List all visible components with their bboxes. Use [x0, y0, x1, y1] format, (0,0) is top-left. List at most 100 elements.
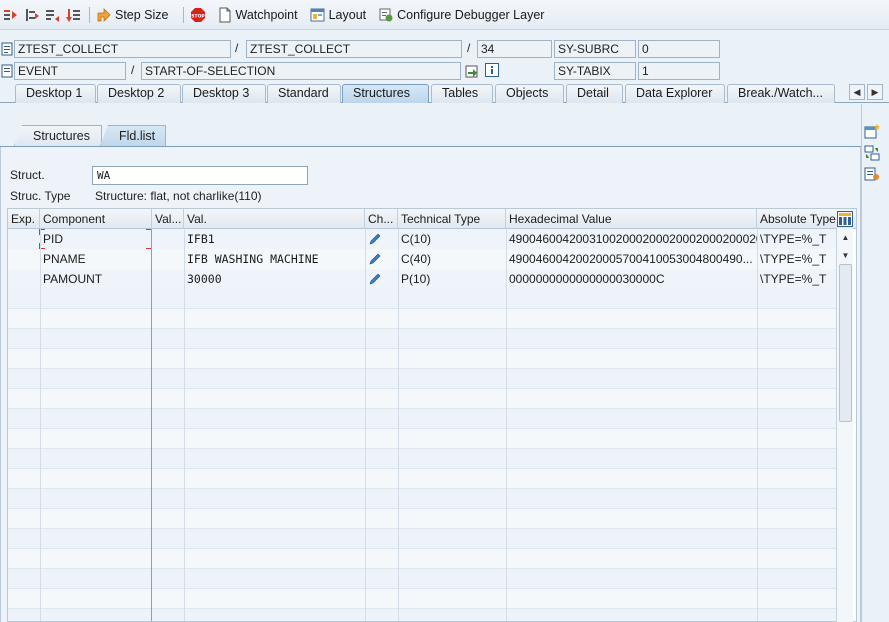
- empty-row: [8, 329, 836, 349]
- component-cell[interactable]: PNAME: [40, 249, 152, 269]
- return-step-icon[interactable]: [45, 7, 61, 23]
- empty-row: [8, 309, 836, 329]
- column-header-val-short[interactable]: Val...: [152, 209, 184, 229]
- program-field[interactable]: ZTEST_COLLECT: [14, 40, 231, 58]
- tab-desktop-3[interactable]: Desktop 3: [182, 84, 266, 103]
- toolbar-separator: [182, 6, 184, 23]
- hex-value-cell: 49004600420020005700410053004800490...: [509, 252, 753, 266]
- empty-row: [8, 509, 836, 529]
- configure-label: Configure Debugger Layer: [397, 7, 545, 22]
- column-header-change[interactable]: Ch...: [365, 209, 398, 229]
- debugger-toolbar: Step Size STOP Watchpoint Layout Configu…: [0, 0, 889, 30]
- new-tool-icon[interactable]: [864, 124, 880, 140]
- tab-desktop-1[interactable]: Desktop 1: [15, 84, 96, 103]
- component-cell[interactable]: PID: [40, 229, 152, 249]
- tab-scroll-left-button[interactable]: ◀: [849, 84, 865, 100]
- scroll-thumb[interactable]: [839, 264, 852, 422]
- scroll-up-button[interactable]: ▲: [839, 231, 852, 244]
- sy-subrc-name-field[interactable]: SY-SUBRC: [554, 40, 636, 58]
- edit-pencil-icon[interactable]: [368, 232, 382, 249]
- step-size-button[interactable]: Step Size: [96, 7, 169, 23]
- table-row[interactable]: PAMOUNT 30000 P(10) 00000000000000000300…: [8, 269, 836, 289]
- sy-tabix-value-field[interactable]: 1: [638, 62, 720, 80]
- grid-header: Exp. Component Val... Val. Ch... Technic…: [8, 209, 856, 229]
- tab-objects[interactable]: Objects: [495, 84, 564, 103]
- info-icon[interactable]: [485, 63, 499, 77]
- empty-row: [8, 389, 836, 409]
- watchpoint-button[interactable]: Watchpoint: [217, 7, 298, 23]
- column-divider: [398, 229, 399, 621]
- empty-row: [8, 469, 836, 489]
- tab-tables[interactable]: Tables: [431, 84, 493, 103]
- empty-row: [8, 569, 836, 589]
- layout-button[interactable]: Layout: [310, 7, 367, 23]
- stop-button[interactable]: STOP: [190, 7, 209, 23]
- table-row[interactable]: PNAME IFB WASHING MACHINE C(40) 49004600…: [8, 249, 836, 269]
- column-header-exp[interactable]: Exp.: [8, 209, 40, 229]
- navigate-to-source-icon[interactable]: [465, 64, 479, 78]
- event-name-field[interactable]: START-OF-SELECTION: [141, 62, 461, 80]
- column-header-val[interactable]: Val.: [184, 209, 365, 229]
- execute-step-icon[interactable]: [24, 7, 40, 23]
- tab-scroll-right-button[interactable]: ▶: [867, 84, 883, 100]
- table-row[interactable]: PID IFB1 C(10) 4900460042003100200020002…: [8, 229, 836, 249]
- column-header-hex-value[interactable]: Hexadecimal Value: [506, 209, 757, 229]
- include-field[interactable]: ZTEST_COLLECT: [246, 40, 462, 58]
- edit-pencil-icon[interactable]: [368, 272, 382, 289]
- tab-detail[interactable]: Detail: [566, 84, 623, 103]
- component-cell[interactable]: PAMOUNT: [40, 269, 152, 289]
- tab-data-explorer[interactable]: Data Explorer: [625, 84, 725, 103]
- continue-icon[interactable]: [66, 7, 82, 23]
- column-header-absolute-type[interactable]: Absolute Type: [757, 209, 837, 229]
- configure-icon: [378, 7, 394, 23]
- arrow-down-icon: ▼: [841, 251, 850, 260]
- struc-type-value: Structure: flat, not charlike(110): [95, 189, 262, 203]
- step-size-label: Step Size: [115, 7, 169, 22]
- field-list-grid: Exp. Component Val... Val. Ch... Technic…: [7, 208, 857, 622]
- column-divider: [184, 229, 185, 621]
- arrow-up-icon: ▲: [841, 233, 850, 242]
- event-icon: [1, 64, 15, 78]
- arrow-left-icon: ◀: [853, 86, 861, 97]
- grid-vertical-scrollbar[interactable]: ▲ ▼: [836, 228, 853, 622]
- toolbar-separator: [89, 6, 90, 23]
- step-size-icon: [96, 7, 112, 23]
- services-tool-icon[interactable]: [864, 166, 880, 182]
- tab-break-watch[interactable]: Break./Watch...: [727, 84, 835, 103]
- side-toolbar: [864, 124, 882, 187]
- scroll-down-button[interactable]: ▼: [839, 249, 852, 262]
- struct-name-input[interactable]: WA: [92, 166, 308, 185]
- watchpoint-label: Watchpoint: [235, 7, 298, 22]
- tab-structures[interactable]: Structures: [342, 84, 429, 103]
- technical-type-cell: C(10): [401, 232, 432, 246]
- subtab-structures[interactable]: Structures: [14, 125, 102, 146]
- value-cell[interactable]: IFB1: [184, 229, 365, 249]
- hex-value-cell: 49004600420031002000200020002000200020..…: [509, 232, 757, 246]
- empty-row: [8, 589, 836, 609]
- column-settings-icon[interactable]: [837, 211, 853, 227]
- column-divider: [365, 229, 366, 621]
- empty-row: [8, 409, 836, 429]
- empty-row: [8, 369, 836, 389]
- event-type-field[interactable]: EVENT: [14, 62, 126, 80]
- column-header-component[interactable]: Component: [40, 209, 152, 229]
- sy-tabix-name-field[interactable]: SY-TABIX: [554, 62, 636, 80]
- absolute-type-cell: \TYPE=%_T: [760, 272, 827, 286]
- layout-label: Layout: [328, 7, 367, 22]
- technical-type-cell: P(10): [401, 272, 431, 286]
- edit-pencil-icon[interactable]: [368, 252, 382, 269]
- configure-debugger-layer-button[interactable]: Configure Debugger Layer: [378, 7, 544, 23]
- sy-subrc-value-field[interactable]: 0: [638, 40, 720, 58]
- absolute-type-cell: \TYPE=%_T: [760, 232, 827, 246]
- tab-desktop-2[interactable]: Desktop 2: [97, 84, 181, 103]
- single-step-icon[interactable]: [3, 7, 19, 23]
- replace-tool-icon[interactable]: [864, 145, 880, 161]
- line-number-field[interactable]: 34: [477, 40, 552, 58]
- subtab-field-list[interactable]: Fld.list: [100, 125, 166, 146]
- tab-standard[interactable]: Standard: [267, 84, 341, 103]
- empty-row: [8, 529, 836, 549]
- value-cell[interactable]: IFB WASHING MACHINE: [184, 249, 365, 269]
- struct-label: Struct.: [10, 168, 45, 182]
- value-cell[interactable]: 30000: [184, 269, 365, 289]
- column-header-technical-type[interactable]: Technical Type: [398, 209, 506, 229]
